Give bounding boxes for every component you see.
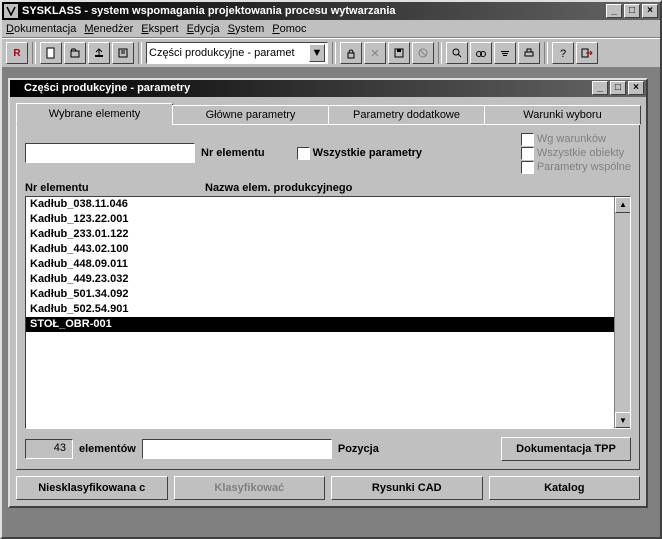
r-button[interactable]: R: [6, 42, 28, 64]
menu-system[interactable]: System: [228, 23, 265, 35]
mdi-workarea: Części produkcyjne - parametry _ □ × Wyb…: [2, 68, 660, 537]
child-title: Części produkcyjne - parametry: [22, 82, 592, 94]
tab-warunki-wyboru[interactable]: Warunki wyboru: [484, 105, 641, 125]
export-icon[interactable]: [88, 42, 110, 64]
toolbar-combo-text: Części produkcyjne - paramet: [149, 47, 309, 59]
list-item[interactable]: Kadłub_449.23.032: [26, 272, 614, 287]
menu-menedzer[interactable]: Menedżer: [84, 23, 133, 35]
wszystkie-parametry-check[interactable]: Wszystkie parametry: [297, 147, 422, 160]
scroll-down-icon[interactable]: ▼: [615, 412, 631, 428]
check-label: Parametry wspólne: [537, 161, 631, 173]
close-button[interactable]: ×: [642, 4, 658, 18]
list-item[interactable]: Kadłub_448.09.011: [26, 257, 614, 272]
check-label: Wszystkie parametry: [313, 147, 422, 159]
toolbar: R Części produkcyjne - paramet ▼ ?: [2, 38, 660, 68]
tab-wybrane-elementy[interactable]: Wybrane elementy: [16, 103, 173, 125]
child-titlebar[interactable]: Części produkcyjne - parametry _ □ ×: [10, 80, 646, 97]
scrollbar[interactable]: ▲ ▼: [614, 197, 630, 428]
pozycja-input[interactable]: [142, 439, 332, 459]
col-nazwa-header: Nazwa elem. produkcyjnego: [205, 182, 631, 194]
klasyfikowac-button: Klasyfikować: [174, 476, 326, 500]
checkbox-icon: [521, 147, 534, 160]
save-icon[interactable]: [388, 42, 410, 64]
svg-text:?: ?: [560, 48, 566, 59]
menu-pomoc[interactable]: Pomoc: [272, 23, 306, 35]
count-label: elementów: [79, 443, 136, 455]
tab-glowne-parametry[interactable]: Główne parametry: [172, 105, 329, 125]
dokumentacja-tpp-button[interactable]: Dokumentacja TPP: [501, 437, 631, 461]
tab-label: Parametry dodatkowe: [353, 109, 460, 121]
exit-icon[interactable]: [576, 42, 598, 64]
parametry-wspolne-check: Parametry wspólne: [521, 161, 631, 174]
app-titlebar[interactable]: SYSKLASS - system wspomagania projektowa…: [2, 2, 660, 20]
new-icon[interactable]: [40, 42, 62, 64]
elements-listbox[interactable]: Kadłub_038.11.046Kadłub_123.22.001Kadłub…: [25, 196, 631, 429]
child-close-button[interactable]: ×: [628, 81, 644, 95]
chevron-down-icon[interactable]: ▼: [309, 44, 325, 62]
lock-icon[interactable]: [340, 42, 362, 64]
menu-ekspert[interactable]: Ekspert: [141, 23, 178, 35]
katalog-button[interactable]: Katalog: [489, 476, 641, 500]
maximize-button[interactable]: □: [624, 4, 640, 18]
checkbox-icon: [521, 161, 534, 174]
list-item[interactable]: Kadłub_501.34.092: [26, 287, 614, 302]
app-window: SYSKLASS - system wspomagania projektowa…: [0, 0, 662, 539]
child-window: Części produkcyjne - parametry _ □ × Wyb…: [8, 78, 648, 508]
rysunki-cad-button[interactable]: Rysunki CAD: [331, 476, 483, 500]
import-icon[interactable]: [112, 42, 134, 64]
checkbox-icon: [297, 147, 310, 160]
toolbar-separator: [438, 42, 442, 64]
search-icon[interactable]: [446, 42, 468, 64]
child-minimize-button[interactable]: _: [592, 81, 608, 95]
nr-elementu-input[interactable]: [25, 143, 195, 163]
pozycja-label: Pozycja: [338, 443, 379, 455]
tab-parametry-dodatkowe[interactable]: Parametry dodatkowe: [328, 105, 485, 125]
list-item[interactable]: Kadłub_233.01.122: [26, 227, 614, 242]
minimize-button[interactable]: _: [606, 4, 622, 18]
check-label: Wg warunków: [537, 133, 606, 145]
niesklasyfikowana-button[interactable]: Niesklasyfikowana c: [16, 476, 168, 500]
toolbar-combo[interactable]: Części produkcyjne - paramet ▼: [146, 42, 328, 64]
checkbox-icon: [521, 133, 534, 146]
check-label: Wszystkie obiekty: [537, 147, 624, 159]
wszystkie-obiekty-check: Wszystkie obiekty: [521, 147, 631, 160]
app-icon: [4, 4, 18, 18]
list-item[interactable]: Kadłub_443.02.100: [26, 242, 614, 257]
child-maximize-button[interactable]: □: [610, 81, 626, 95]
print-icon[interactable]: [518, 42, 540, 64]
toolbar-separator: [138, 42, 142, 64]
tab-strip: Wybrane elementy Główne parametry Parame…: [16, 103, 640, 125]
refresh-icon[interactable]: [364, 42, 386, 64]
list-item[interactable]: STOŁ_OBR-001: [26, 317, 614, 332]
list-item[interactable]: Kadłub_038.11.046: [26, 197, 614, 212]
tab-label: Główne parametry: [206, 109, 296, 121]
help-icon[interactable]: ?: [552, 42, 574, 64]
list-item[interactable]: Kadłub_502.54.901: [26, 302, 614, 317]
bottom-button-row: Niesklasyfikowana c Klasyfikować Rysunki…: [16, 476, 640, 500]
cancel-icon[interactable]: [412, 42, 434, 64]
nr-elementu-label: Nr elementu: [201, 147, 265, 159]
menu-dokumentacja[interactable]: Dokumentacja: [6, 23, 76, 35]
tab-label: Wybrane elementy: [49, 108, 141, 120]
toolbar-separator: [332, 42, 336, 64]
menu-edycja[interactable]: Edycja: [187, 23, 220, 35]
list-item[interactable]: Kadłub_123.22.001: [26, 212, 614, 227]
list-headers: Nr elementu Nazwa elem. produkcyjnego: [25, 182, 631, 194]
scroll-up-icon[interactable]: ▲: [615, 197, 631, 213]
menubar: Dokumentacja Menedżer Ekspert Edycja Sys…: [2, 20, 660, 38]
toolbar-separator: [32, 42, 36, 64]
filter-icon[interactable]: [494, 42, 516, 64]
wg-warunkow-check: Wg warunków: [521, 133, 631, 146]
count-value: 43: [25, 439, 73, 459]
open-icon[interactable]: [64, 42, 86, 64]
tab-label: Warunki wyboru: [523, 109, 601, 121]
child-window-icon: [12, 83, 22, 93]
binoculars-icon[interactable]: [470, 42, 492, 64]
toolbar-separator: [544, 42, 548, 64]
app-title: SYSKLASS - system wspomagania projektowa…: [22, 5, 606, 17]
col-nr-header: Nr elementu: [25, 182, 205, 194]
tab-body: Nr elementu Wszystkie parametry Wg warun…: [16, 125, 640, 470]
